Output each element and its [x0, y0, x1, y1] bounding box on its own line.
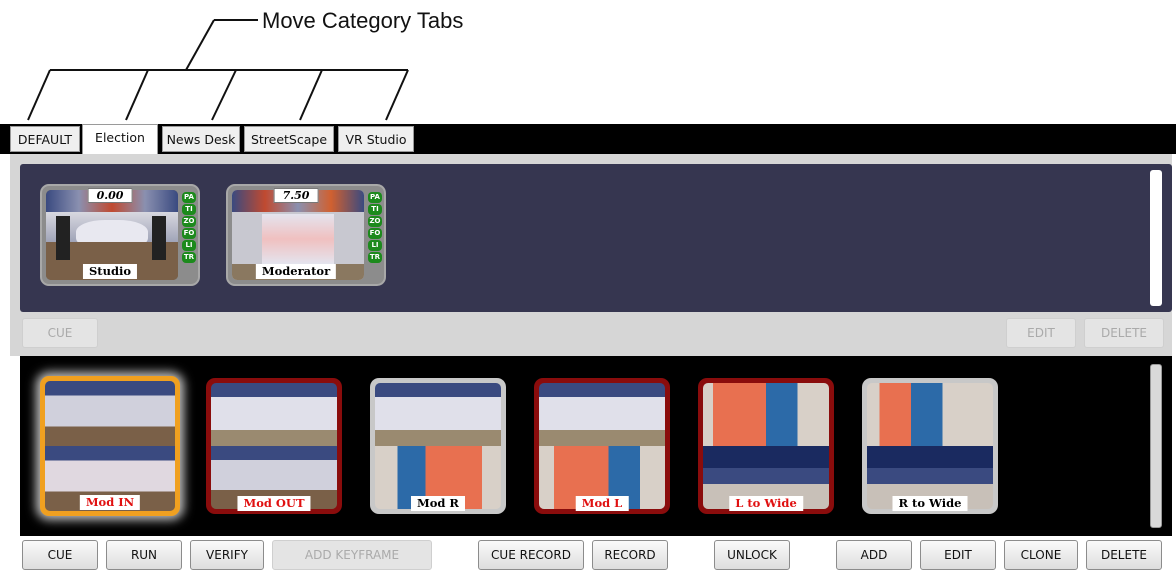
track-chips: PA TI ZO FO LI TR: [182, 192, 196, 264]
track-chip-pa[interactable]: PA: [368, 192, 382, 203]
verify-button[interactable]: VERIFY: [190, 540, 264, 570]
category-tab-bar: DEFAULT Election News Desk StreetScape V…: [0, 124, 1176, 154]
bottom-scrollbar[interactable]: [1150, 364, 1162, 528]
cue-button[interactable]: CUE: [22, 540, 98, 570]
top-edit-button[interactable]: EDIT: [1006, 318, 1076, 348]
cue-record-button[interactable]: CUE RECORD: [478, 540, 584, 570]
keyframe-thumbnail-mod-l[interactable]: Mod L: [534, 378, 670, 514]
keyframe-preview-image: [45, 381, 175, 511]
top-cue-button[interactable]: CUE: [22, 318, 98, 348]
keyframe-thumbnail-r-to-wide[interactable]: R to Wide: [862, 378, 998, 514]
scene-thumbnail-studio[interactable]: 0.00 Studio PA TI ZO FO LI TR: [40, 184, 200, 286]
thumbnail-label: Studio: [82, 264, 138, 279]
record-button[interactable]: RECORD: [592, 540, 668, 570]
keyframe-preview-image: [703, 383, 829, 509]
track-chip-ti[interactable]: TI: [368, 204, 382, 215]
keyframe-preview-image: [211, 383, 337, 509]
time-badge: 0.00: [87, 188, 133, 203]
track-chip-pa[interactable]: PA: [182, 192, 196, 203]
keyframe-thumbnail-l-to-wide[interactable]: L to Wide: [698, 378, 834, 514]
track-chip-tr[interactable]: TR: [368, 252, 382, 263]
clone-button[interactable]: CLONE: [1004, 540, 1078, 570]
tab-streetscape[interactable]: StreetScape: [244, 126, 334, 152]
keyframe-label: Mod L: [575, 496, 629, 511]
unlock-button[interactable]: UNLOCK: [714, 540, 790, 570]
track-chip-fo[interactable]: FO: [182, 228, 196, 239]
track-chip-li[interactable]: LI: [182, 240, 196, 251]
track-chips: PA TI ZO FO LI TR: [368, 192, 382, 264]
keyframe-thumbnail-mod-r[interactable]: Mod R: [370, 378, 506, 514]
annotation-label: Move Category Tabs: [262, 8, 464, 33]
annotation-lines: [27, 19, 409, 121]
keyframe-preview-image: [539, 383, 665, 509]
track-chip-ti[interactable]: TI: [182, 204, 196, 215]
scene-thumbnail-moderator[interactable]: 7.50 Moderator PA TI ZO FO LI TR: [226, 184, 386, 286]
keyframe-label: Mod OUT: [237, 496, 311, 511]
top-scrollbar[interactable]: [1150, 170, 1162, 306]
tab-vr-studio[interactable]: VR Studio: [338, 126, 414, 152]
keyframe-preview-image: [375, 383, 501, 509]
keyframe-list-area: Mod IN Mod OUT Mod R Mod L L to Wide R t…: [20, 356, 1172, 536]
top-delete-button[interactable]: DELETE: [1084, 318, 1164, 348]
delete-button[interactable]: DELETE: [1086, 540, 1162, 570]
keyframe-label: Mod IN: [79, 495, 141, 510]
add-keyframe-button[interactable]: ADD KEYFRAME: [272, 540, 432, 570]
edit-button[interactable]: EDIT: [920, 540, 996, 570]
keyframe-label: Mod R: [410, 496, 466, 511]
run-button[interactable]: RUN: [106, 540, 182, 570]
track-chip-fo[interactable]: FO: [368, 228, 382, 239]
keyframe-thumbnail-mod-out[interactable]: Mod OUT: [206, 378, 342, 514]
thumbnail-label: Moderator: [255, 264, 337, 279]
tab-election[interactable]: Election: [82, 124, 158, 154]
track-chip-zo[interactable]: ZO: [368, 216, 382, 227]
keyframe-button-row: CUE RUN VERIFY ADD KEYFRAME CUE RECORD R…: [0, 536, 1176, 574]
keyframe-label: R to Wide: [892, 496, 968, 511]
scene-list-area: 0.00 Studio PA TI ZO FO LI TR 7.50 Moder…: [20, 164, 1172, 312]
add-button[interactable]: ADD: [836, 540, 912, 570]
keyframe-thumbnail-mod-in[interactable]: Mod IN: [40, 376, 180, 516]
track-chip-tr[interactable]: TR: [182, 252, 196, 263]
keyframe-preview-image: [867, 383, 993, 509]
tab-default[interactable]: DEFAULT: [10, 126, 80, 152]
track-chip-li[interactable]: LI: [368, 240, 382, 251]
tab-news-desk[interactable]: News Desk: [162, 126, 240, 152]
time-badge: 7.50: [273, 188, 319, 203]
track-chip-zo[interactable]: ZO: [182, 216, 196, 227]
keyframe-label: L to Wide: [729, 496, 803, 511]
